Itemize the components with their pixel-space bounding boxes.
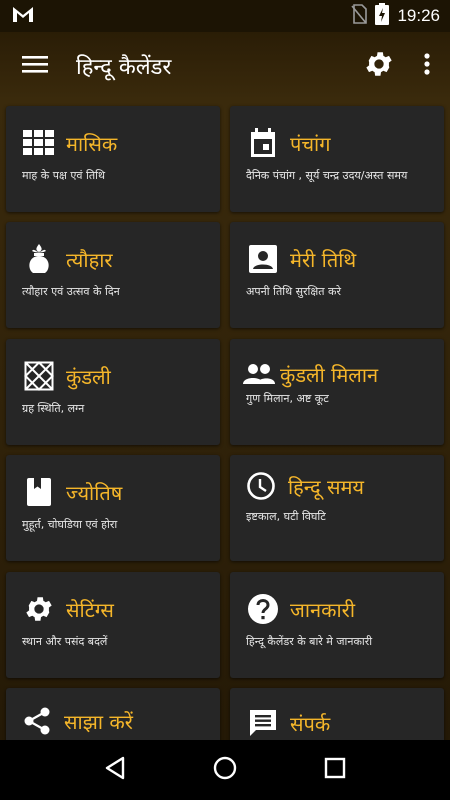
menu-grid: मासिक माह के पक्ष एवं तिथि पंचांग दैनिक … — [0, 100, 450, 740]
back-triangle-icon — [104, 756, 126, 784]
card-hindu-samay[interactable]: हिन्दू समय इष्टकाल, घटी विघटि — [230, 455, 444, 561]
card-title: सेटिंग्स — [66, 597, 114, 622]
card-jankari[interactable]: जानकारी हिन्दू कैलेंडर के बारे मे जानकार… — [230, 572, 444, 678]
card-meri-tithi[interactable]: मेरी तिथि अपनी तिथि सुरक्षित करे — [230, 222, 444, 328]
card-tyohar[interactable]: त्यौहार त्यौहार एवं उत्सव के दिन — [6, 222, 220, 328]
book-icon — [22, 475, 56, 509]
message-icon — [246, 706, 280, 740]
card-subtitle: गुण मिलान, अष्ट कूट — [246, 392, 329, 405]
help-icon — [246, 592, 280, 626]
calendar-icon — [246, 126, 280, 160]
home-button[interactable] — [200, 745, 250, 795]
card-subtitle: इष्टकाल, घटी विघटि — [246, 510, 326, 523]
gear-icon — [363, 48, 395, 84]
people-icon — [242, 357, 276, 391]
card-title: कुंडली मिलान — [280, 362, 379, 387]
card-title: संपर्क — [290, 711, 331, 736]
status-time: 19:26 — [397, 6, 440, 25]
status-bar: 19:26 — [0, 0, 450, 32]
status-icons: 19:26 — [351, 3, 440, 29]
recents-button[interactable] — [310, 745, 360, 795]
card-sampark[interactable]: संपर्क — [230, 688, 444, 740]
card-kundli-milan[interactable]: कुंडली मिलान गुण मिलान, अष्ट कूट — [230, 339, 444, 445]
more-vert-icon — [424, 52, 430, 80]
menu-button[interactable] — [0, 32, 70, 100]
recents-square-icon — [324, 757, 346, 783]
card-subtitle: स्थान और पसंद बदलें — [22, 635, 108, 648]
card-subtitle: दैनिक पंचांग , सूर्य चन्द्र उदय/अस्त समय — [246, 169, 408, 182]
card-subtitle: अपनी तिथि सुरक्षित करे — [246, 285, 341, 298]
card-title: कुंडली — [66, 364, 111, 389]
no-sim-icon — [351, 4, 368, 28]
card-panchang[interactable]: पंचांग दैनिक पंचांग , सूर्य चन्द्र उदय/अ… — [230, 106, 444, 212]
back-button[interactable] — [90, 745, 140, 795]
card-title: जानकारी — [290, 597, 356, 622]
card-title: मासिक — [66, 131, 118, 156]
card-subtitle: त्यौहार एवं उत्सव के दिन — [22, 285, 120, 298]
card-title: हिन्दू समय — [288, 474, 365, 499]
hamburger-icon — [22, 54, 48, 78]
gmail-icon — [12, 5, 34, 27]
kalash-icon — [22, 242, 56, 276]
card-subtitle: मुहूर्त, चोघडिया एवं होरा — [22, 518, 118, 531]
card-title: पंचांग — [290, 131, 331, 156]
kundli-icon — [22, 359, 56, 393]
card-subtitle: ग्रह स्थिति, लग्न — [22, 402, 85, 415]
overflow-menu-button[interactable] — [404, 32, 450, 100]
card-subtitle: माह के पक्ष एवं तिथि — [22, 169, 106, 182]
card-masik[interactable]: मासिक माह के पक्ष एवं तिथि — [6, 106, 220, 212]
app-bar: हिन्दू कैलेंडर — [0, 32, 450, 100]
card-title: मेरी तिथि — [290, 247, 357, 272]
settings-button[interactable] — [354, 32, 404, 100]
card-title: त्यौहार — [66, 247, 113, 272]
contact-icon — [246, 242, 280, 276]
navigation-bar — [0, 740, 450, 800]
clock-icon — [244, 469, 278, 503]
home-circle-icon — [213, 756, 237, 784]
gear-icon — [22, 592, 56, 626]
grid-icon — [22, 126, 56, 160]
card-kundli[interactable]: कुंडली ग्रह स्थिति, लग्न — [6, 339, 220, 445]
battery-charging-icon — [375, 3, 390, 29]
card-jyotish[interactable]: ज्योतिष मुहूर्त, चोघडिया एवं होरा — [6, 455, 220, 561]
card-settings[interactable]: सेटिंग्स स्थान और पसंद बदलें — [6, 572, 220, 678]
card-share[interactable]: साझा करें — [6, 688, 220, 740]
card-title: साझा करें — [64, 709, 133, 734]
app-title: हिन्दू कैलेंडर — [76, 55, 172, 80]
card-subtitle: हिन्दू कैलेंडर के बारे मे जानकारी — [246, 635, 373, 648]
share-icon — [20, 704, 54, 738]
card-title: ज्योतिष — [66, 480, 123, 505]
